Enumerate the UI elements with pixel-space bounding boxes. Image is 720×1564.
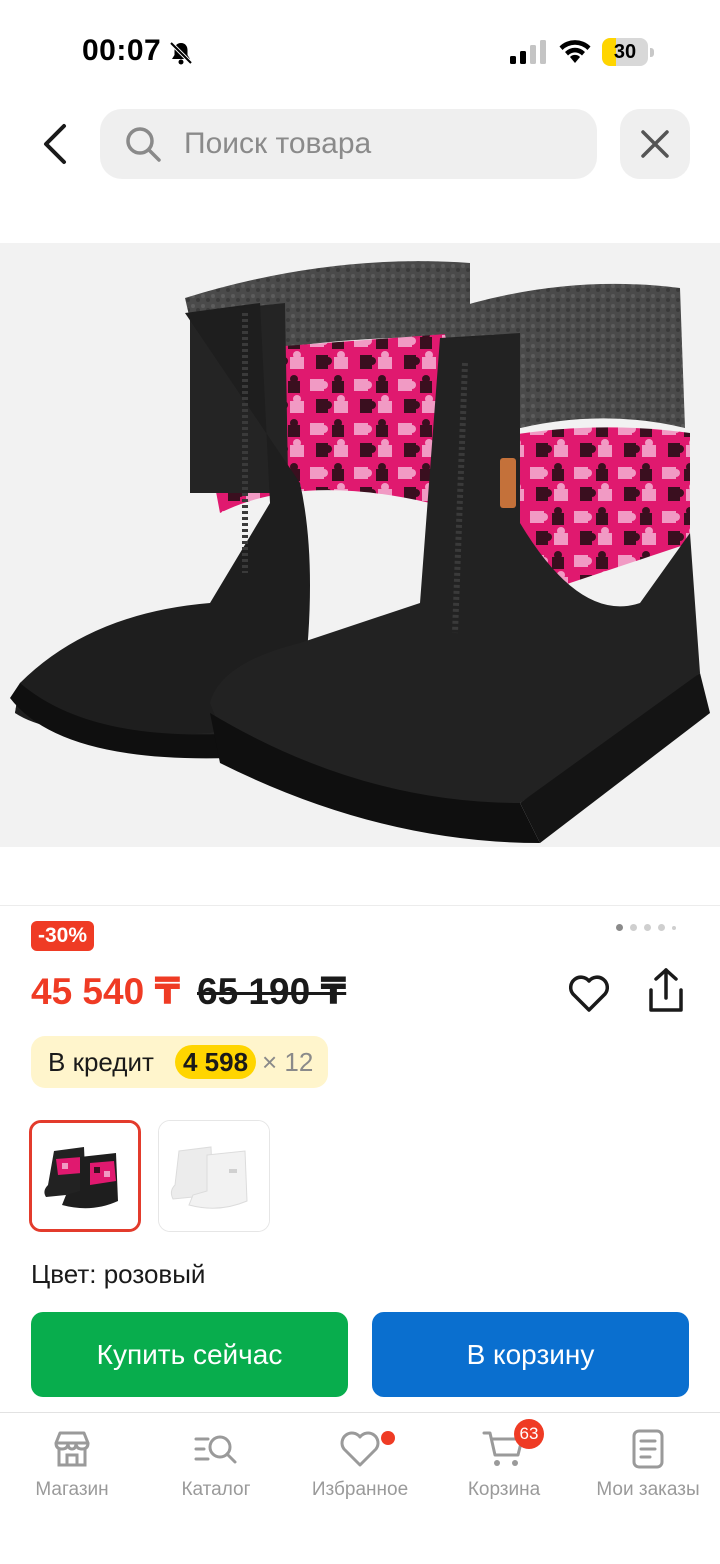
- heart-icon[interactable]: [566, 970, 612, 1016]
- cart-count-badge: 63: [514, 1419, 544, 1449]
- variant-light-grey[interactable]: [158, 1120, 270, 1232]
- bell-off-icon: [169, 41, 193, 65]
- credit-amount: 4 598: [175, 1045, 257, 1079]
- close-icon: [641, 130, 669, 158]
- tab-favorites-label: Избранное: [311, 1479, 409, 1500]
- color-label: Цвет: розовый: [31, 1259, 206, 1289]
- gallery-dot: [616, 924, 623, 931]
- status-bar: 00:07 30: [0, 0, 720, 100]
- wifi-icon: [559, 40, 591, 63]
- chevron-left-icon: [44, 124, 66, 164]
- product-image[interactable]: [0, 243, 720, 847]
- variant-grey-thumbnail: [159, 1121, 269, 1231]
- gallery-dot: [672, 925, 676, 930]
- tab-shop-label: Магазин: [35, 1479, 109, 1500]
- tab-orders[interactable]: Мои заказы: [576, 1427, 720, 1517]
- credit-label: В кредит: [48, 1047, 154, 1077]
- catalog-search-icon: [194, 1435, 237, 1464]
- back-button[interactable]: [30, 116, 80, 172]
- tab-cart-label: Корзина: [467, 1479, 541, 1500]
- buy-now-button[interactable]: Купить сейчас: [31, 1312, 348, 1397]
- gallery-pagination: [616, 924, 676, 931]
- orders-icon: [632, 1429, 664, 1469]
- search-icon: [126, 127, 161, 162]
- cellular-signal-icon: [510, 40, 546, 64]
- credit-term: × 12: [262, 1047, 314, 1077]
- variant-pink[interactable]: [29, 1120, 141, 1232]
- battery-indicator: 30: [602, 38, 654, 66]
- heart-icon: [340, 1431, 380, 1467]
- search-input[interactable]: [184, 109, 584, 179]
- gallery-dot: [658, 924, 665, 931]
- tab-orders-label: Мои заказы: [596, 1479, 700, 1500]
- old-price: 65 190 ₸: [197, 971, 347, 1012]
- discount-badge: -30%: [31, 921, 95, 951]
- tab-catalog-label: Каталог: [181, 1479, 251, 1500]
- status-time: 00:07: [82, 34, 162, 67]
- close-button[interactable]: [620, 109, 690, 179]
- boots-image: [10, 261, 710, 843]
- divider: [0, 905, 720, 906]
- tab-catalog[interactable]: Каталог: [144, 1427, 288, 1517]
- variant-pink-thumbnail: [32, 1123, 138, 1229]
- bottom-tab-bar: Магазин Каталог Избранное 63 Корзина Мои…: [0, 1412, 720, 1564]
- store-icon: [54, 1431, 90, 1467]
- tab-favorites[interactable]: Избранное: [288, 1427, 432, 1517]
- battery-level: 30: [613, 41, 637, 63]
- gallery-dot: [644, 924, 651, 931]
- share-icon[interactable]: [643, 966, 689, 1016]
- current-price: 45 540 ₸: [31, 971, 181, 1012]
- search-bar[interactable]: [100, 109, 597, 179]
- favorites-notification-dot: [381, 1431, 395, 1445]
- tab-cart[interactable]: 63 Корзина: [432, 1419, 576, 1517]
- credit-offer[interactable]: В кредит 4 598 × 12: [31, 1036, 328, 1088]
- gallery-dot: [630, 924, 637, 931]
- tab-shop[interactable]: Магазин: [0, 1427, 144, 1517]
- add-to-cart-button[interactable]: В корзину: [372, 1312, 689, 1397]
